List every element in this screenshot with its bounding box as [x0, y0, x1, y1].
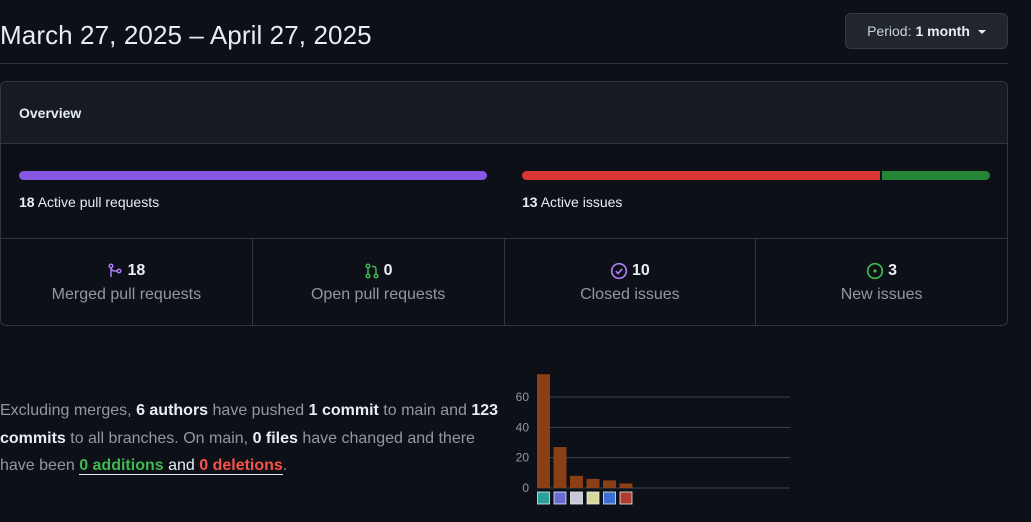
closed-issues-segment: [522, 171, 880, 180]
summary-text: to main and: [378, 402, 472, 419]
contributor-avatar[interactable]: [603, 491, 616, 505]
authors-count: 6 authors: [136, 402, 209, 419]
commit-summary: Excluding merges, 6 authors have pushed …: [0, 397, 500, 480]
period-dropdown-button[interactable]: Period: 1 month: [845, 13, 1008, 49]
period-value: 1 month: [915, 23, 970, 39]
y-tick-label: 20: [516, 451, 530, 465]
y-tick-label: 60: [516, 390, 530, 404]
stat-closed-issues[interactable]: 10 Closed issues: [505, 239, 757, 325]
contributor-avatar[interactable]: [586, 491, 600, 505]
contributor-avatar[interactable]: [537, 491, 550, 505]
active-issues-text: Active issues: [540, 194, 623, 210]
main-commit-count: 1 commit: [308, 402, 379, 419]
active-issues-count: 13: [522, 194, 538, 210]
summary-text: have pushed: [208, 402, 309, 419]
contributor-avatar[interactable]: [619, 491, 633, 505]
contributor-bar[interactable]: [553, 447, 567, 488]
contributor-bar[interactable]: [619, 483, 633, 488]
issues-progress-bar[interactable]: [522, 171, 990, 180]
overview-title: Overview: [19, 104, 82, 121]
git-merge-icon: [107, 263, 123, 279]
stat-merged-pull-requests[interactable]: 18 Merged pull requests: [1, 239, 253, 325]
contributor-avatar[interactable]: [553, 491, 567, 505]
active-issues-caption: 13 Active issues: [522, 194, 622, 210]
overview-bars: 18 Active pull requests 13 Active issues: [1, 144, 1007, 239]
y-tick-label: 40: [516, 420, 530, 434]
contributor-avatar[interactable]: [570, 491, 583, 505]
overview-box: Overview 18 Active pull requests 13 Acti…: [0, 81, 1008, 326]
stat-open-pull-requests[interactable]: 0 Open pull requests: [253, 239, 505, 325]
overview-stats: 18 Merged pull requests 0 Open pull requ…: [1, 239, 1007, 325]
contributors-bar-chart: 0 20 40 60: [516, 374, 790, 505]
pull-requests-progress-bar[interactable]: [19, 171, 487, 180]
closed-issues-value: 10: [631, 262, 650, 279]
active-pull-requests-text: Active pull requests: [37, 194, 160, 210]
git-pull-request-icon: [364, 263, 380, 279]
new-issues-value: 3: [888, 262, 898, 279]
active-pull-requests-caption: 18 Active pull requests: [19, 194, 159, 210]
summary-text: and: [168, 457, 200, 474]
additions-deletions-link[interactable]: 0 additions and 0 deletions: [79, 457, 283, 475]
open-pull-requests-value: 0: [383, 262, 393, 279]
additions-count: 0 additions: [79, 457, 164, 474]
merged-pull-requests-label: Merged pull requests: [51, 286, 202, 303]
stat-new-issues[interactable]: 3 New issues: [756, 239, 1007, 325]
merged-pull-requests-value: 18: [127, 262, 146, 279]
contributor-bar[interactable]: [586, 478, 600, 488]
period-label: Period:: [867, 23, 912, 39]
overview-header: Overview: [1, 82, 1007, 144]
contributor-bar[interactable]: [603, 480, 616, 488]
contributor-bar[interactable]: [570, 475, 583, 488]
closed-issues-label: Closed issues: [580, 286, 680, 303]
issue-opened-icon: [866, 262, 884, 280]
caret-down-icon: [977, 30, 986, 34]
date-range-title: March 27, 2025 – April 27, 2025: [0, 20, 372, 50]
open-pull-requests-label: Open pull requests: [310, 286, 446, 303]
page-header: March 27, 2025 – April 27, 2025 Period: …: [0, 0, 1008, 64]
summary-text: Excluding merges,: [0, 402, 137, 419]
issue-closed-icon: [610, 262, 628, 280]
summary-text: to all branches. On main,: [65, 429, 253, 447]
new-issues-label: New issues: [840, 286, 923, 303]
contributor-bar[interactable]: [537, 374, 550, 488]
summary-text: .: [282, 457, 288, 474]
open-issues-segment: [881, 171, 990, 180]
deletions-count: 0 deletions: [199, 457, 283, 474]
y-tick-label: 0: [522, 481, 529, 495]
merged-pull-requests-segment: [19, 171, 487, 180]
active-pull-requests-count: 18: [19, 194, 35, 210]
files-changed-count: 0 files: [252, 429, 298, 447]
